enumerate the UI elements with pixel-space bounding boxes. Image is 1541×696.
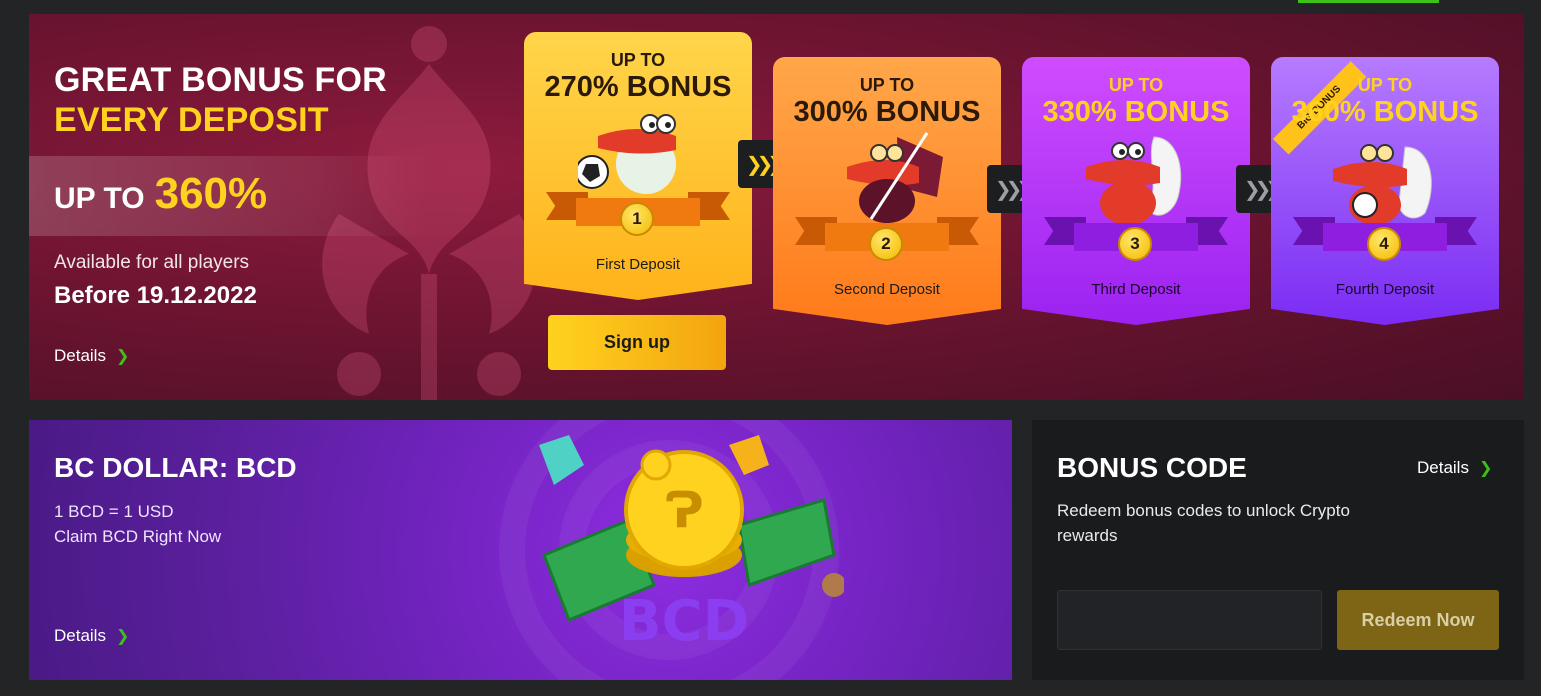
bonus-code-input[interactable] <box>1057 590 1322 650</box>
bcd-details-link[interactable]: Details ❯ <box>54 626 129 646</box>
chevron-right-icon: ❯ <box>115 628 130 645</box>
card-bonus-percent: 300% BONUS <box>793 96 981 128</box>
hero-title-line2: EVERY DEPOSIT <box>54 101 329 139</box>
sign-up-button[interactable]: Sign up <box>548 315 726 370</box>
deposit-bonus-banner: GREAT BONUS FOR EVERY DEPOSIT UP TO 360%… <box>29 14 1524 400</box>
deposit-card-1[interactable]: UP TO 270% BONUS 1 First Deposit <box>524 32 752 300</box>
card-deposit-label: Third Deposit <box>1091 281 1181 298</box>
bcd-details-label: Details <box>54 626 106 645</box>
upto-headline: UP TO 360% <box>54 169 267 219</box>
deposit-card-4[interactable]: BIG BONUS UP TO 360% BONUS 4 Fourth Depo… <box>1271 57 1499 325</box>
availability-text: Available for all players <box>54 252 250 273</box>
redeem-now-button[interactable]: Redeem Now <box>1337 590 1499 650</box>
card-bonus-percent: 360% BONUS <box>1291 96 1479 128</box>
bcd-rate: 1 BCD = 1 USD <box>54 502 174 521</box>
bonus-code-panel: BONUS CODE Details ❯ Redeem bonus codes … <box>1032 420 1524 680</box>
top-accent-bar <box>1298 0 1439 3</box>
deposit-card-3[interactable]: UP TO 330% BONUS 3 Third Deposit <box>1022 57 1250 325</box>
bcd-coins-cash-illustration: Ɂ BCD <box>539 435 844 654</box>
bcd-art-text: BCD <box>619 589 749 654</box>
card-bonus-percent: 330% BONUS <box>1042 96 1230 128</box>
card-number-badge: 1 <box>620 202 654 236</box>
hero-title-line1: GREAT BONUS FOR <box>54 61 387 99</box>
card-upto-label: UP TO <box>859 75 915 95</box>
crocodile-mascot-icon <box>1333 144 1432 225</box>
card-number-badge: 4 <box>1367 227 1401 261</box>
hero-details-link[interactable]: Details ❯ <box>54 346 129 366</box>
bcd-claim-text: Claim BCD Right Now <box>54 527 222 546</box>
card-number-badge: 2 <box>869 227 903 261</box>
bonus-details-label: Details <box>1417 458 1469 477</box>
bonus-code-description: Redeem bonus codes to unlock Crypto rewa… <box>1057 501 1350 545</box>
card-number-badge: 3 <box>1118 227 1152 261</box>
bcd-title: BC DOLLAR: BCD <box>54 452 297 483</box>
svg-text:Ɂ: Ɂ <box>664 481 703 539</box>
crocodile-mascot-icon <box>1086 136 1182 225</box>
bonus-details-link[interactable]: Details ❯ <box>1417 458 1492 478</box>
card-upto-label: UP TO <box>1108 75 1164 95</box>
card-bonus-percent: 270% BONUS <box>544 71 732 103</box>
upto-value: 360% <box>154 169 268 218</box>
card-upto-label: UP TO <box>1357 75 1413 95</box>
hero-details-label: Details <box>54 346 106 365</box>
chevron-right-icon: ❯ <box>1478 460 1493 477</box>
deadline-text: Before 19.12.2022 <box>54 282 257 309</box>
crocodile-mascot-icon <box>847 132 943 223</box>
card-upto-label: UP TO <box>610 50 666 70</box>
card-deposit-label: Second Deposit <box>834 281 940 298</box>
hero-title: GREAT BONUS FOR EVERY DEPOSIT <box>54 60 387 140</box>
card-deposit-label: First Deposit <box>595 256 681 273</box>
upto-prefix: UP TO <box>54 182 145 215</box>
card-deposit-label: Fourth Deposit <box>1335 281 1435 298</box>
bonus-code-title: BONUS CODE <box>1057 452 1247 483</box>
crocodile-mascot-icon <box>578 114 676 194</box>
bc-dollar-panel: BC DOLLAR: BCD 1 BCD = 1 USD Claim BCD R… <box>29 420 1012 680</box>
deposit-card-2[interactable]: UP TO 300% BONUS 2 Second Deposit <box>773 57 1001 325</box>
chevron-right-icon: ❯ <box>115 348 130 365</box>
